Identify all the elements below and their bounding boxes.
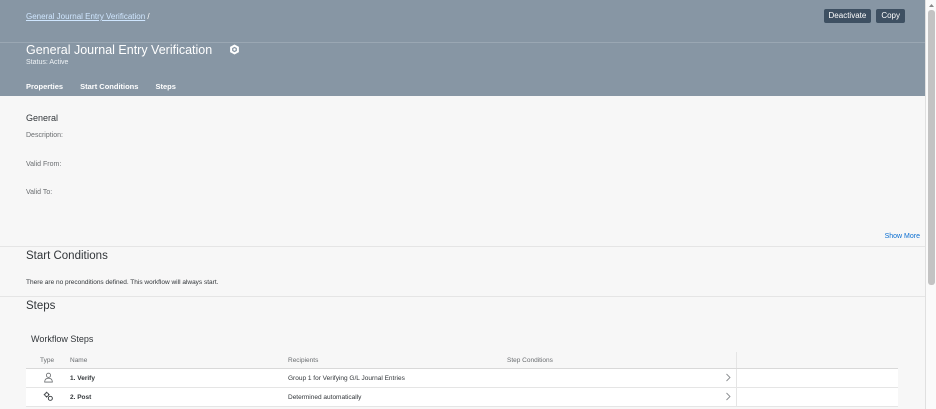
start-conditions-text: There are no preconditions defined. This… — [26, 279, 219, 286]
breadcrumb-separator: / — [147, 12, 150, 21]
show-more-link[interactable]: Show More — [885, 233, 920, 240]
table-row[interactable]: 2. Post Determined automatically — [26, 388, 898, 407]
page-title: General Journal Entry Verification — [26, 43, 213, 57]
vertical-scrollbar[interactable] — [925, 0, 936, 409]
gears-icon — [43, 391, 53, 401]
description-label: Description: — [26, 132, 63, 139]
column-header-recipients: Recipients — [288, 357, 319, 364]
chevron-right-icon[interactable] — [724, 373, 732, 382]
step-recipients: Determined automatically — [288, 394, 362, 401]
tab-start-conditions[interactable]: Start Conditions — [80, 82, 138, 95]
valid-from-label: Valid From: — [26, 161, 62, 168]
column-header-name: Name — [70, 357, 88, 364]
step-name: 1. Verify — [70, 375, 95, 382]
breadcrumb: General Journal Entry Verification / — [26, 12, 150, 21]
chevron-right-icon[interactable] — [724, 392, 732, 401]
workflow-steps-table: Type Name Recipients Step Conditions 1. … — [26, 352, 898, 407]
general-heading: General — [26, 113, 59, 123]
section-divider — [0, 296, 925, 297]
column-divider — [736, 369, 737, 387]
tab-steps[interactable]: Steps — [155, 82, 175, 95]
tab-properties[interactable]: Properties — [26, 82, 64, 101]
deactivate-button[interactable]: Deactivate — [823, 9, 872, 23]
column-header-step-conditions: Step Conditions — [507, 357, 553, 364]
workflow-icon — [230, 44, 239, 55]
workflow-steps-title: Workflow Steps — [31, 334, 94, 344]
steps-heading: Steps — [26, 300, 56, 312]
general-section: General Description: Valid From: Valid T… — [0, 96, 925, 246]
step-name: 2. Post — [70, 394, 92, 401]
table-row[interactable]: 1. Verify Group 1 for Verifying G/L Jour… — [26, 369, 898, 388]
start-conditions-heading: Start Conditions — [26, 250, 108, 262]
scroll-up-arrow-icon[interactable] — [928, 2, 935, 9]
copy-button[interactable]: Copy — [876, 9, 905, 23]
status-text: Status: Active — [26, 59, 69, 66]
header-actions: Deactivate Copy — [823, 9, 905, 23]
column-divider — [736, 388, 737, 406]
section-divider — [0, 246, 925, 247]
column-divider — [736, 352, 737, 368]
object-page-header: General Journal Entry Verification / Dea… — [0, 0, 925, 101]
step-recipients: Group 1 for Verifying G/L Journal Entrie… — [288, 375, 405, 382]
column-header-type: Type — [40, 357, 55, 364]
breadcrumb-link[interactable]: General Journal Entry Verification — [26, 12, 145, 21]
person-icon — [44, 372, 53, 383]
table-header: Type Name Recipients Step Conditions — [26, 352, 898, 369]
valid-to-label: Valid To: — [26, 189, 53, 196]
anchor-bar: Properties Start Conditions Steps — [26, 82, 176, 101]
scrollbar-thumb[interactable] — [928, 10, 935, 285]
